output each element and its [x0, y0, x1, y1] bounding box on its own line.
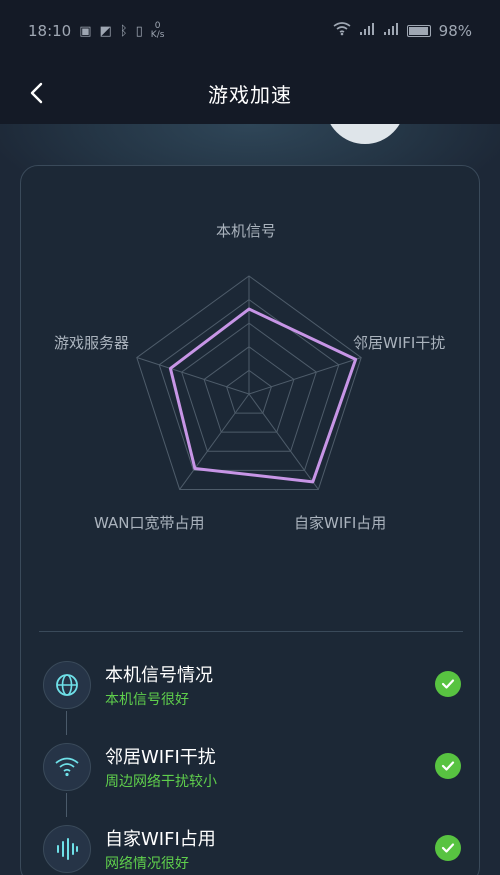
radar-label-game-server: 游戏服务器 — [54, 334, 130, 352]
check-title: 自家WIFI占用 — [105, 829, 216, 850]
timeline-connector — [66, 793, 67, 817]
nav-bar: 游戏加速 — [0, 62, 500, 124]
notification-n-icon: ▣ — [79, 23, 92, 39]
check-status: 网络情况很好 — [105, 856, 189, 872]
check-mark-icon — [435, 835, 461, 861]
notification-app-icon: ◩ — [99, 23, 112, 39]
signal-2-icon — [383, 22, 399, 40]
back-button[interactable] — [18, 74, 56, 112]
check-title: 本机信号情况 — [105, 665, 213, 686]
radar-axis-line — [179, 393, 250, 490]
network-speed: 0 K/s — [151, 22, 165, 40]
radar-data-series — [168, 307, 358, 484]
battery-level: 98% — [438, 22, 472, 40]
vibrate-icon: ▯ — [135, 23, 143, 39]
battery-icon — [406, 25, 431, 37]
wifi-icon — [43, 743, 91, 791]
list-item[interactable]: 本机信号情况 本机信号很好 — [41, 651, 461, 735]
page-title: 游戏加速 — [208, 82, 292, 107]
check-title: 邻居WIFI干扰 — [105, 747, 216, 768]
radar-chart: 本机信号 邻居WIFI干扰 自家WIFI占用 WAN口宽带占用 游戏服务器 — [21, 166, 481, 596]
divider — [39, 631, 463, 632]
check-mark-icon — [435, 671, 461, 697]
hero-illustration — [325, 124, 405, 144]
bluetooth-icon: ᛒ — [119, 23, 128, 39]
radar-label-neighbor-wifi: 邻居WIFI干扰 — [353, 334, 446, 352]
chevron-left-icon — [30, 82, 43, 104]
radar-label-home-wifi: 自家WIFI占用 — [294, 514, 387, 532]
list-item[interactable]: 邻居WIFI干扰 周边网络干扰较小 — [41, 733, 461, 817]
globe-icon — [43, 661, 91, 709]
signal-1-icon — [359, 22, 375, 40]
check-list: 本机信号情况 本机信号很好 邻居WIFI干扰 周边网络干扰较小 自家WIFI占用… — [41, 651, 461, 875]
radar-label-wan-bandwidth: WAN口宽带占用 — [94, 514, 205, 532]
wifi-status-icon — [333, 22, 351, 40]
status-time: 18:10 — [28, 22, 72, 40]
radar-axis-line — [136, 357, 250, 395]
radar-label-local-signal: 本机信号 — [216, 222, 277, 240]
check-mark-icon — [435, 753, 461, 779]
check-status: 周边网络干扰较小 — [105, 774, 217, 790]
timeline-connector — [66, 711, 67, 735]
soundwave-icon — [43, 825, 91, 873]
network-speed-unit: K/s — [150, 30, 165, 40]
check-status: 本机信号很好 — [105, 692, 189, 708]
network-card: 本机信号 邻居WIFI干扰 自家WIFI占用 WAN口宽带占用 游戏服务器 本机… — [20, 165, 480, 875]
list-item[interactable]: 自家WIFI占用 网络情况很好 — [41, 815, 461, 875]
status-bar: 18:10 ▣ ◩ ᛒ ▯ 0 K/s 98% — [0, 0, 500, 62]
